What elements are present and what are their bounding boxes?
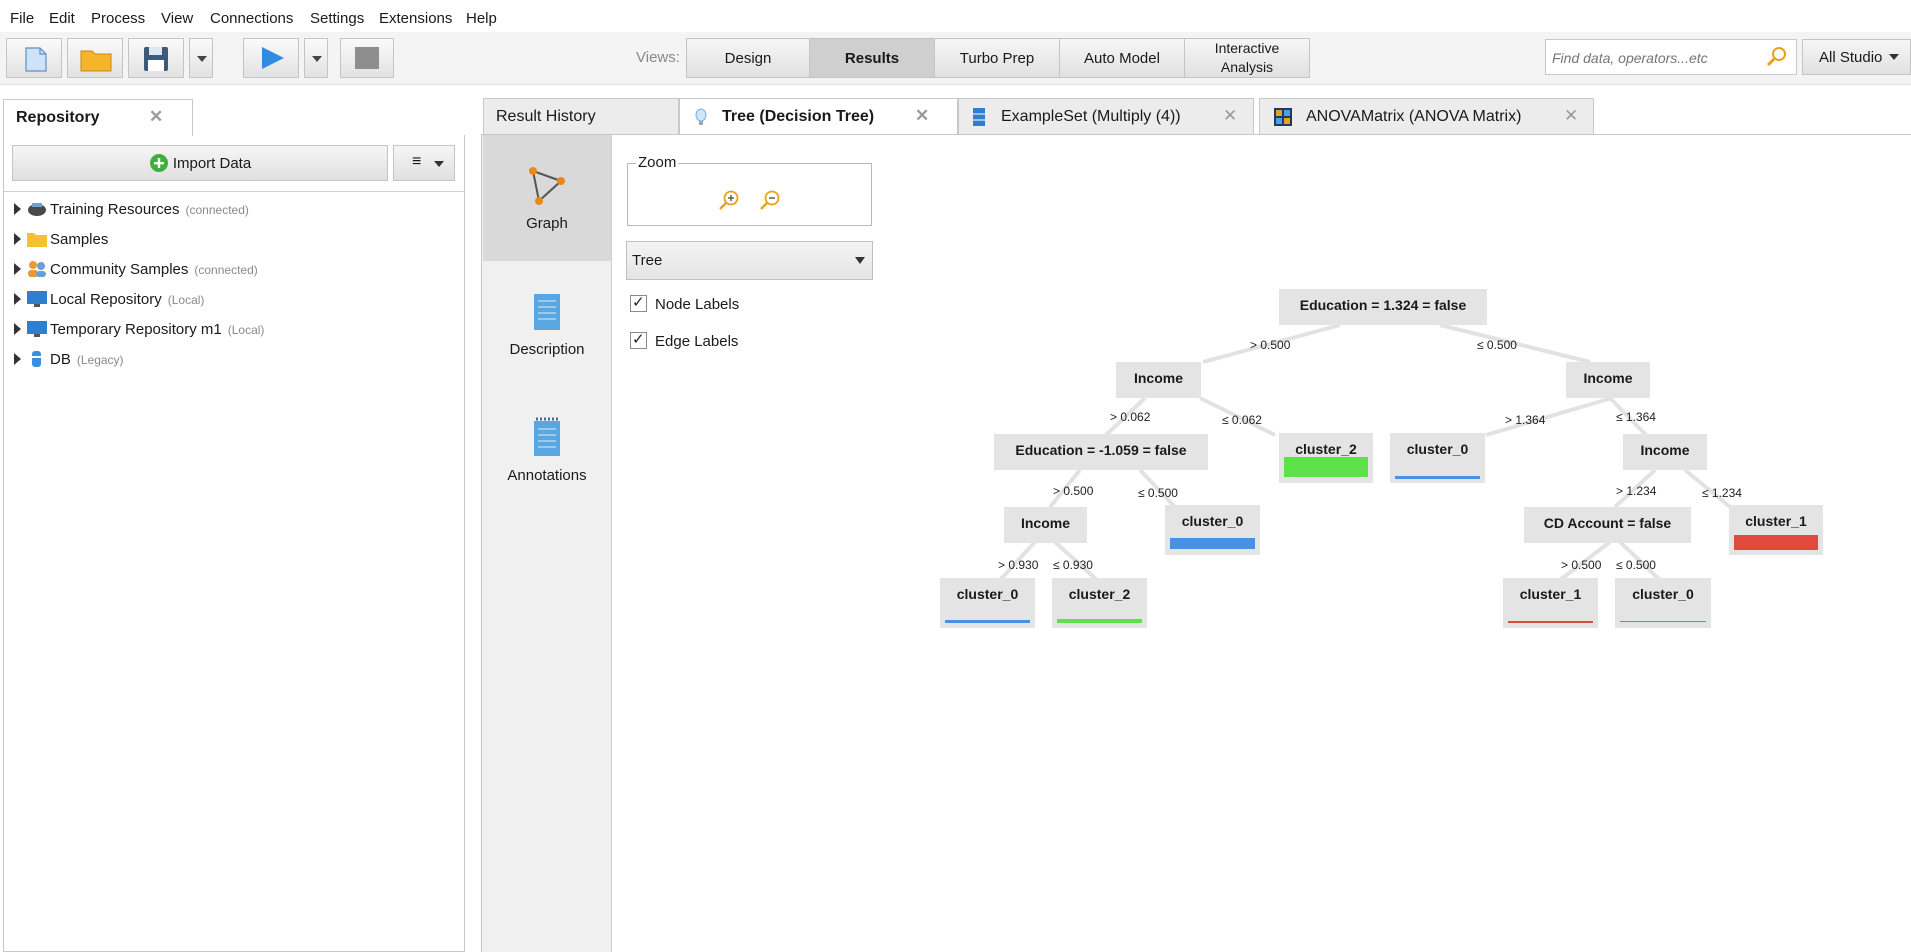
tree-node-label: cluster_0 bbox=[1406, 441, 1469, 457]
edge-label: ≤ 0.500 bbox=[1616, 558, 1656, 572]
edge-label: ≤ 1.364 bbox=[1616, 410, 1656, 424]
edge-label: ≤ 0.500 bbox=[1138, 486, 1178, 500]
tree-node[interactable]: Education = -1.059 = false bbox=[994, 434, 1208, 470]
tree-leaf[interactable]: cluster_0 bbox=[940, 578, 1035, 628]
tree-leaf[interactable]: cluster_0 bbox=[1390, 433, 1485, 483]
tree-node-label: Education = 1.324 = false bbox=[1299, 297, 1467, 313]
tree-node-label: cluster_2 bbox=[1068, 586, 1131, 602]
edge-label: ≤ 0.062 bbox=[1222, 413, 1262, 427]
tree-node-label: cluster_1 bbox=[1745, 513, 1807, 529]
tree-node-label: Education = -1.059 = false bbox=[1015, 442, 1187, 458]
tree-leaf[interactable]: cluster_0 bbox=[1615, 578, 1711, 628]
leaf-bar bbox=[1734, 535, 1818, 550]
edge-label: > 0.062 bbox=[1110, 410, 1151, 424]
tree-leaf[interactable]: cluster_1 bbox=[1729, 505, 1823, 555]
leaf-bar bbox=[1284, 457, 1368, 477]
leaf-bar bbox=[1395, 476, 1480, 479]
edge-label: > 1.234 bbox=[1616, 484, 1657, 498]
edge-label: ≤ 1.234 bbox=[1702, 486, 1742, 500]
tree-node[interactable]: CD Account = false bbox=[1524, 507, 1691, 543]
edge-label: ≤ 0.500 bbox=[1477, 338, 1517, 352]
tree-node[interactable]: Income bbox=[1116, 362, 1201, 398]
edge-label: ≤ 0.930 bbox=[1053, 558, 1093, 572]
edge-label: > 0.500 bbox=[1053, 484, 1094, 498]
leaf-bar bbox=[1170, 538, 1255, 549]
tree-leaf[interactable]: cluster_0 bbox=[1165, 505, 1260, 555]
tree-node[interactable]: Education = 1.324 = false bbox=[1279, 289, 1487, 325]
edge-label: > 0.930 bbox=[998, 558, 1039, 572]
tree-node[interactable]: Income bbox=[1566, 362, 1650, 398]
leaf-bar bbox=[1508, 621, 1593, 623]
leaf-bar bbox=[1057, 619, 1142, 623]
tree-node-label: Income bbox=[1020, 515, 1070, 531]
tree-leaf[interactable]: cluster_2 bbox=[1279, 433, 1373, 483]
tree-node-label: Income bbox=[1640, 442, 1690, 458]
tree-node-label: CD Account = false bbox=[1543, 515, 1672, 531]
edge-label: > 0.500 bbox=[1561, 558, 1602, 572]
edge-label: > 0.500 bbox=[1250, 338, 1291, 352]
tree-node-label: cluster_2 bbox=[1295, 441, 1357, 457]
tree-node-label: cluster_0 bbox=[956, 586, 1019, 602]
tree-node-label: Income bbox=[1133, 370, 1183, 386]
tree-leaf[interactable]: cluster_2 bbox=[1052, 578, 1147, 628]
tree-node[interactable]: Income bbox=[1004, 507, 1087, 543]
leaf-bar bbox=[945, 620, 1030, 623]
edge-label: > 1.364 bbox=[1505, 413, 1546, 427]
tree-node-label: Income bbox=[1583, 370, 1633, 386]
tree-node-label: cluster_1 bbox=[1519, 586, 1582, 602]
leaf-bar bbox=[1620, 621, 1706, 622]
tree-edges bbox=[998, 323, 1732, 582]
tree-node[interactable]: Income bbox=[1623, 434, 1707, 470]
tree-node-label: cluster_0 bbox=[1181, 513, 1244, 529]
tree-leaf[interactable]: cluster_1 bbox=[1503, 578, 1598, 628]
tree-node-label: cluster_0 bbox=[1632, 586, 1694, 602]
